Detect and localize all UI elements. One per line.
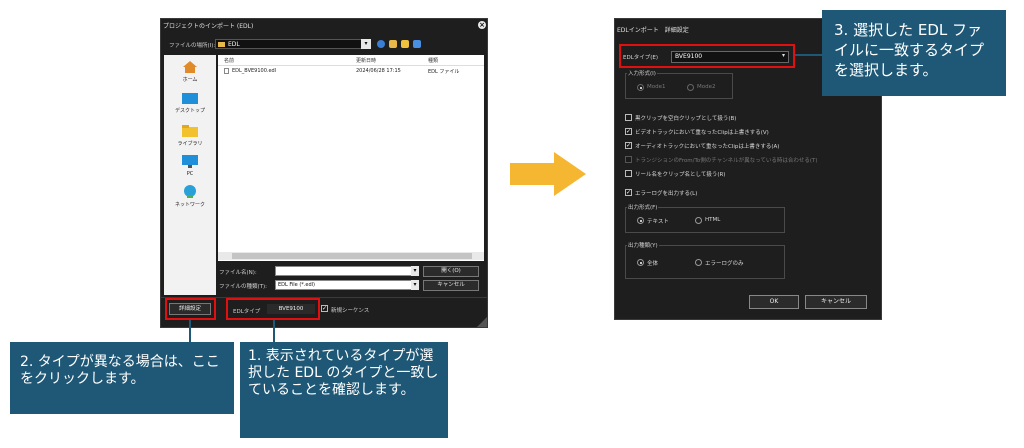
mode1-radio[interactable] <box>637 84 644 91</box>
up-folder-icon[interactable] <box>389 40 397 48</box>
option-label: ビデオトラックにおいて重なったClipは上書きする(V) <box>635 130 769 136</box>
highlight-edl-type-select <box>619 44 795 68</box>
place-network[interactable]: ネットワーク <box>164 185 216 208</box>
all-radio[interactable] <box>637 259 644 266</box>
column-header-name[interactable]: 名前 <box>224 57 234 64</box>
option-checkbox <box>625 156 632 163</box>
back-icon[interactable] <box>377 40 385 48</box>
column-header-type[interactable]: 種類 <box>428 57 438 64</box>
column-header-date[interactable]: 更新日時 <box>356 57 376 64</box>
error-only-radio[interactable] <box>695 259 702 266</box>
filetype-value: EDL File (*.edl) <box>278 282 315 288</box>
error-log-checkbox[interactable]: ✓ <box>625 189 632 196</box>
callout-connector <box>189 320 191 344</box>
places-bar: ホーム デスクトップ ライブラリ PC ネットワーク <box>164 55 216 295</box>
cancel-button[interactable]: キャンセル <box>805 295 867 309</box>
arrow-right-icon <box>510 152 586 196</box>
text-label: テキスト <box>647 219 669 225</box>
output-format-label: 出力形式(F) <box>627 203 659 211</box>
new-sequence-checkbox[interactable]: ✓ <box>321 305 328 312</box>
file-date: 2024/06/28 17:15 <box>356 68 401 74</box>
option-label: トランジションのFrom/To側のチャンネルが異なっている時は合わせる(T) <box>635 158 818 164</box>
option-label: オーディオトラックにおいて重なったClipは上書きする(A) <box>635 144 780 150</box>
location-value: EDL <box>228 41 240 48</box>
desktop-icon <box>182 93 198 104</box>
callout-step1: 1. 表示されているタイプが選択した EDL のタイプと一致していることを確認し… <box>240 342 448 438</box>
library-icon <box>182 125 198 137</box>
highlight-detail-button <box>165 298 216 320</box>
network-icon <box>184 185 196 198</box>
location-label: ファイルの場所(I): <box>169 43 216 49</box>
place-label: PC <box>186 171 194 177</box>
output-kind-label: 出力種類(Y) <box>627 241 659 249</box>
new-sequence-label: 新規シーケンス <box>331 308 370 314</box>
import-edl-dialog: プロジェクトのインポート (EDL) × ファイルの場所(I): EDL ▾ ホ… <box>160 18 488 328</box>
dialog-title: プロジェクトのインポート (EDL) <box>163 23 254 30</box>
all-label: 全体 <box>647 261 659 267</box>
mode1-label: Mode1 <box>647 84 666 90</box>
place-desktop[interactable]: デスクトップ <box>164 93 216 114</box>
dialog-title: EDLインポート 詳細設定 <box>617 27 689 34</box>
place-library[interactable]: ライブラリ <box>164 125 216 147</box>
place-label: ネットワーク <box>174 202 205 208</box>
file-type: EDL ファイル <box>428 69 460 75</box>
place-pc[interactable]: PC <box>164 155 216 177</box>
chevron-down-icon[interactable]: ▾ <box>411 266 419 276</box>
error-log-label: エラーログを出力する(L) <box>635 191 698 197</box>
file-icon <box>224 68 229 74</box>
chevron-down-icon[interactable]: ▾ <box>361 39 371 49</box>
callout-connector <box>795 54 825 56</box>
filename-label: ファイル名(N): <box>219 270 257 276</box>
option-label: 黒クリップを空白クリップとして扱う(B) <box>635 116 737 122</box>
file-name: EDL_BVE9100.edl <box>232 68 277 74</box>
option-label: リール名をクリップ名として扱う(R) <box>635 172 726 178</box>
ok-button[interactable]: OK <box>749 295 799 309</box>
callout-step2: 2. タイプが異なる場合は、ここをクリックします。 <box>10 342 234 414</box>
callout-step3: 3. 選択した EDL ファイルに一致するタイプを選択します。 <box>822 10 1006 96</box>
highlight-edl-type <box>226 298 320 320</box>
folder-icon <box>218 42 225 47</box>
view-menu-icon[interactable] <box>413 40 421 48</box>
home-icon <box>183 61 197 73</box>
option-checkbox[interactable]: ✓ <box>625 142 632 149</box>
location-select[interactable]: EDL <box>215 39 371 49</box>
pc-icon <box>182 155 198 168</box>
error-only-label: エラーログのみ <box>705 261 744 267</box>
horizontal-scrollbar[interactable] <box>218 252 484 260</box>
place-label: ホーム <box>182 77 198 83</box>
chevron-down-icon[interactable]: ▾ <box>411 280 419 290</box>
scrollbar-thumb[interactable] <box>232 253 472 259</box>
resize-grip-icon[interactable] <box>477 317 487 327</box>
header-divider <box>218 65 484 66</box>
html-label: HTML <box>705 217 721 223</box>
new-folder-icon[interactable] <box>401 40 409 48</box>
option-checkbox[interactable]: ✓ <box>625 128 632 135</box>
file-list: 名前 更新日時 種類 EDL_BVE9100.edl 2024/06/28 17… <box>218 55 484 261</box>
mode2-label: Mode2 <box>697 84 716 90</box>
callout-connector <box>273 320 275 344</box>
mode2-radio[interactable] <box>687 84 694 91</box>
table-row[interactable]: EDL_BVE9100.edl 2024/06/28 17:15 EDL ファイ… <box>218 67 484 76</box>
place-label: ライブラリ <box>177 141 203 147</box>
text-radio[interactable] <box>637 217 644 224</box>
option-checkbox[interactable] <box>625 114 632 121</box>
input-format-label: 入力形式(I) <box>627 69 657 77</box>
filename-input[interactable] <box>275 266 413 276</box>
place-label: デスクトップ <box>174 108 205 114</box>
option-checkbox[interactable] <box>625 170 632 177</box>
close-icon[interactable]: × <box>478 21 486 29</box>
cancel-button[interactable]: キャンセル <box>423 280 479 291</box>
open-button[interactable]: 開く(O) <box>423 266 479 277</box>
filetype-select[interactable]: EDL File (*.edl) <box>275 280 413 290</box>
filetype-label: ファイルの種類(T): <box>219 284 268 290</box>
html-radio[interactable] <box>695 217 702 224</box>
place-home[interactable]: ホーム <box>164 61 216 83</box>
